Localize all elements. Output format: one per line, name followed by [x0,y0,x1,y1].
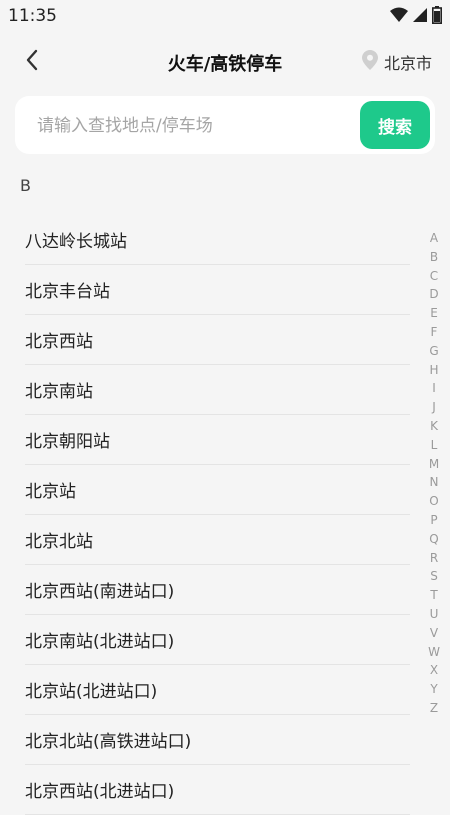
station-item[interactable]: 北京西站(南进站口) [25,565,410,615]
station-item[interactable]: 北京丰台站 [25,265,410,315]
index-letter[interactable]: M [429,455,439,474]
station-item[interactable]: 北京北站(高铁进站口) [25,715,410,765]
section-header: B [20,176,31,195]
index-letter[interactable]: V [430,624,438,643]
header: 火车/高铁停车 北京市 [0,38,450,86]
status-icons [390,6,442,28]
index-letter[interactable]: E [430,304,438,323]
alphabet-index[interactable]: A B C D E F G H I J K L M N O P Q R S T … [426,229,442,718]
index-letter[interactable]: N [430,473,439,492]
signal-icon [412,7,428,27]
index-letter[interactable]: F [431,323,438,342]
index-letter[interactable]: U [430,605,439,624]
search-input[interactable] [35,110,349,142]
index-letter[interactable]: R [430,549,438,568]
status-bar: 11:35 [0,0,450,32]
city-selector[interactable]: 北京市 [361,50,432,74]
index-letter[interactable]: A [430,229,438,248]
city-label: 北京市 [383,54,432,73]
index-letter[interactable]: B [430,248,438,267]
index-letter[interactable]: J [432,398,436,417]
index-letter[interactable]: Q [429,530,438,549]
station-item[interactable]: 北京南站(北进站口) [25,615,410,665]
index-letter[interactable]: H [429,361,438,380]
station-item[interactable]: 北京站 [25,465,410,515]
station-item[interactable]: 北京西站 [25,315,410,365]
index-letter[interactable]: O [429,492,438,511]
index-letter[interactable]: Y [430,680,437,699]
station-item[interactable]: 北京站(北进站口) [25,665,410,715]
wifi-icon [390,7,408,27]
index-letter[interactable]: L [431,436,438,455]
index-letter[interactable]: I [432,379,436,398]
index-letter[interactable]: W [428,643,440,662]
status-time: 11:35 [8,6,57,26]
search-button[interactable]: 搜索 [360,101,430,149]
battery-icon [432,6,442,28]
search-box: 搜索 [15,96,435,154]
station-item[interactable]: 北京朝阳站 [25,415,410,465]
station-list: 八达岭长城站 北京丰台站 北京西站 北京南站 北京朝阳站 北京站 北京北站 北京… [25,215,410,815]
station-item[interactable]: 八达岭长城站 [25,215,410,265]
index-letter[interactable]: C [430,267,438,286]
location-pin-icon [361,50,378,74]
index-letter[interactable]: G [429,342,438,361]
station-item[interactable]: 北京南站 [25,365,410,415]
index-letter[interactable]: T [430,586,437,605]
index-letter[interactable]: Z [430,699,438,718]
index-letter[interactable]: D [429,285,438,304]
station-item[interactable]: 北京西站(北进站口) [25,765,410,815]
index-letter[interactable]: S [430,567,438,586]
index-letter[interactable]: X [430,661,438,680]
station-item[interactable]: 北京北站 [25,515,410,565]
index-letter[interactable]: K [430,417,438,436]
index-letter[interactable]: P [430,511,437,530]
